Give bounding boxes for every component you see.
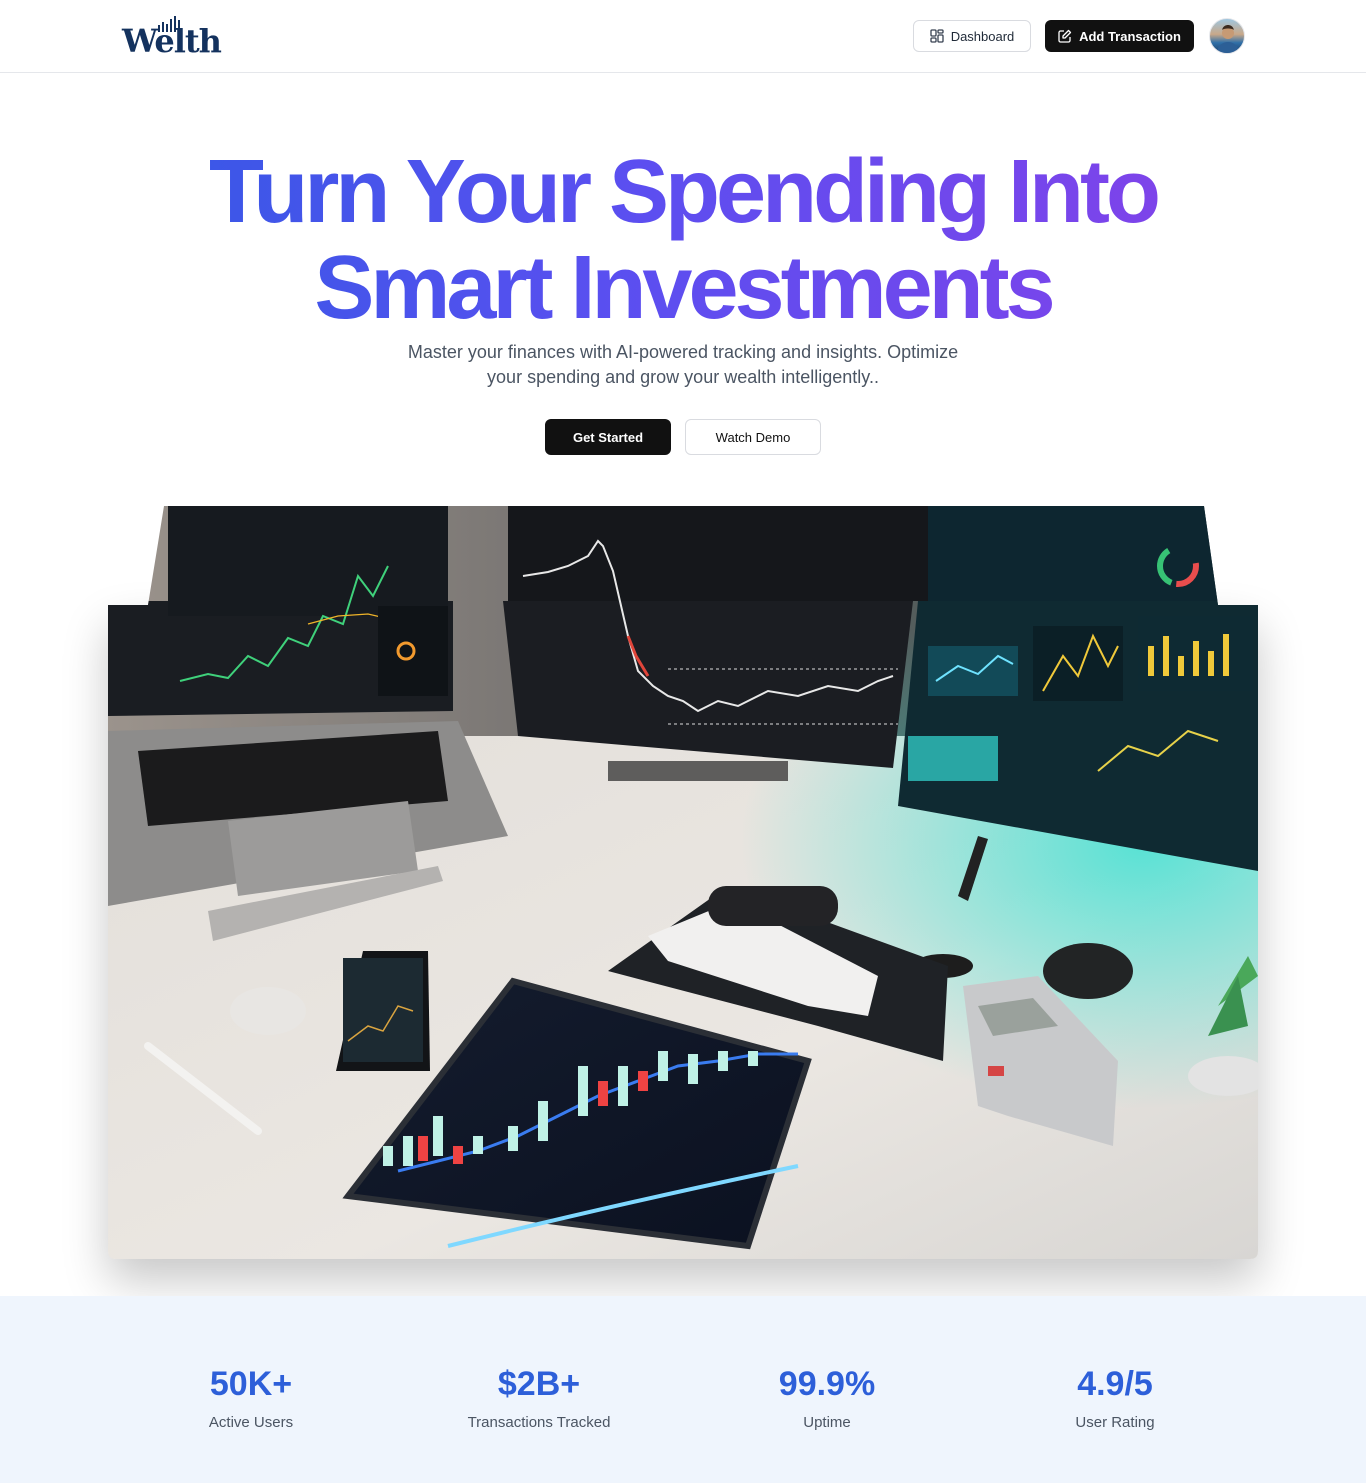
- dashboard-button-label: Dashboard: [950, 28, 1015, 44]
- stat-active-users: 50K+ Active Users: [131, 1364, 371, 1431]
- add-transaction-label: Add Transaction: [1079, 28, 1181, 44]
- add-transaction-button[interactable]: Add Transaction: [1045, 20, 1194, 52]
- dashboard-button[interactable]: Dashboard: [913, 20, 1031, 52]
- stat-value: 50K+: [209, 1365, 293, 1403]
- pen-square-icon: [1058, 29, 1072, 43]
- user-avatar[interactable]: [1209, 18, 1245, 54]
- hero-subtitle: Master your finances with AI-powered tra…: [383, 340, 983, 390]
- trading-desk-illustration: [108, 506, 1258, 1259]
- stat-uptime: 99.9% Uptime: [707, 1364, 947, 1431]
- layout-dashboard-icon: [930, 29, 944, 43]
- stat-value: 99.9%: [778, 1365, 876, 1403]
- stat-label: User Rating: [1075, 1414, 1155, 1431]
- stats-section: 50K+ Active Users $2B+ Transactions Trac…: [0, 1296, 1366, 1483]
- hero-subtitle-line-1: Master your finances with AI-powered tra…: [407, 342, 959, 362]
- site-header: Welth Dashboard Add Transaction: [0, 0, 1366, 73]
- stat-label: Active Users: [208, 1414, 294, 1431]
- stat-value: $2B+: [497, 1365, 581, 1403]
- stat-value: 4.9/5: [1077, 1365, 1153, 1403]
- hero-title: Turn Your Spending Into Smart Investment…: [0, 144, 1366, 336]
- avatar-image: [1216, 25, 1240, 53]
- hero-title-line-2: Smart Investments: [314, 238, 1052, 338]
- hero-title-line-1: Turn Your Spending Into: [209, 142, 1157, 242]
- welth-logo[interactable]: Welth: [122, 14, 222, 60]
- stat-transactions-tracked: $2B+ Transactions Tracked: [419, 1364, 659, 1431]
- hero-image: [108, 506, 1258, 1259]
- logo-text: Welth: [122, 22, 222, 60]
- get-started-button[interactable]: Get Started: [545, 419, 671, 455]
- stat-label: Uptime: [803, 1414, 851, 1431]
- hero-subtitle-line-2: your spending and grow your wealth intel…: [487, 367, 879, 387]
- watch-demo-button[interactable]: Watch Demo: [685, 419, 821, 455]
- stat-label: Transactions Tracked: [467, 1414, 611, 1431]
- stat-user-rating: 4.9/5 User Rating: [995, 1364, 1235, 1431]
